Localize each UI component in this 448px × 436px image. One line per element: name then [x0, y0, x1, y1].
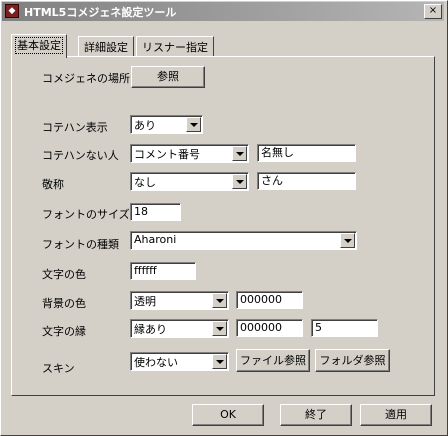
selected-value: 透明	[134, 295, 156, 308]
tab-detail-settings[interactable]: 詳細設定	[78, 36, 134, 56]
selected-value: Aharoni	[134, 233, 177, 246]
no-kotehan-select[interactable]: コメント番号	[130, 144, 249, 163]
outline-color-input[interactable]: 000000	[236, 319, 303, 337]
no-kotehan-label: コテハンない人	[42, 149, 119, 162]
bg-color-select[interactable]: 透明	[130, 291, 229, 310]
chevron-down-icon[interactable]	[340, 233, 355, 248]
apply-button[interactable]: 適用	[360, 404, 432, 426]
tab-basic-settings[interactable]: 基本設定	[11, 34, 67, 58]
default-name-input[interactable]: 名無し	[257, 144, 356, 162]
folder-browse-button[interactable]: フォルダ参照	[315, 349, 390, 372]
kotehan-display-label: コテハン表示	[42, 121, 108, 134]
honorific-select[interactable]: なし	[130, 172, 249, 191]
selected-value: コメント番号	[134, 148, 200, 161]
tab-label: 基本設定	[15, 37, 63, 54]
chevron-down-icon[interactable]	[186, 117, 201, 132]
font-size-label: フォントのサイズ	[42, 208, 130, 221]
selected-value: 使わない	[134, 356, 178, 369]
font-type-label: フォントの種類	[42, 238, 119, 251]
exit-button[interactable]: 終了	[280, 404, 352, 426]
chevron-down-icon[interactable]	[212, 321, 227, 336]
text-color-label: 文字の色	[42, 268, 86, 281]
chevron-down-icon[interactable]	[212, 354, 227, 369]
font-type-select[interactable]: Aharoni	[130, 231, 357, 250]
kotehan-display-select[interactable]: あり	[130, 115, 203, 134]
chevron-down-icon[interactable]	[232, 174, 247, 189]
selected-value: 縁あり	[134, 323, 167, 336]
skin-select[interactable]: 使わない	[130, 352, 229, 371]
close-button[interactable]: ×	[424, 4, 442, 19]
honorific-input[interactable]: さん	[257, 172, 356, 190]
location-browse-button[interactable]: 参照	[131, 66, 205, 88]
basic-settings-panel	[11, 56, 435, 396]
selected-value: なし	[134, 176, 156, 189]
text-outline-select[interactable]: 縁あり	[130, 319, 229, 338]
bg-color-input[interactable]: 000000	[236, 291, 303, 309]
skin-label: スキン	[42, 362, 75, 375]
text-color-input[interactable]: ffffff	[130, 262, 196, 280]
honorific-label: 敬称	[42, 178, 64, 191]
file-browse-button[interactable]: ファイル参照	[236, 349, 310, 372]
tab-label: 詳細設定	[84, 41, 128, 54]
window-title: HTML5コメジェネ設定ツール	[24, 6, 177, 19]
app-icon: ◆	[5, 4, 19, 18]
chevron-down-icon[interactable]	[212, 293, 227, 308]
text-outline-label: 文字の縁	[42, 325, 86, 338]
location-label: コメジェネの場所	[42, 72, 130, 85]
tab-label: リスナー指定	[142, 41, 208, 54]
tab-listener-settings[interactable]: リスナー指定	[136, 36, 214, 56]
chevron-down-icon[interactable]	[232, 146, 247, 161]
ok-button[interactable]: OK	[192, 404, 264, 426]
bg-color-label: 背景の色	[42, 297, 86, 310]
font-size-input[interactable]: 18	[130, 203, 181, 221]
selected-value: あり	[134, 119, 156, 132]
outline-width-input[interactable]: 5	[311, 319, 378, 337]
